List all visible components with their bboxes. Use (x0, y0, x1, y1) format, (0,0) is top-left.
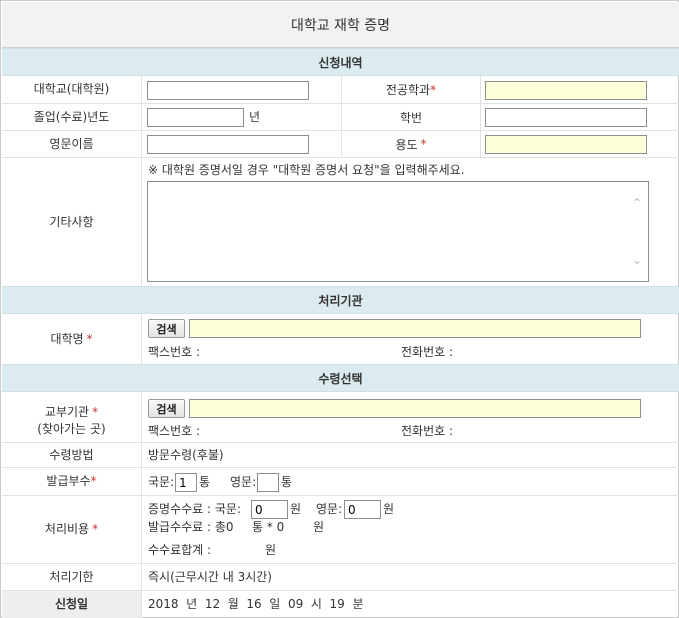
delivery-org-sub: (찾아가는 곳) (37, 422, 106, 436)
major-input[interactable] (485, 81, 647, 100)
scroll-up-icon[interactable]: ⌃ (632, 197, 642, 209)
fee-total-label: 수수료합계 : (148, 543, 212, 557)
univ-name-required-mark: * (86, 331, 93, 346)
row-english-name: 영문이름 용도 * (2, 131, 679, 158)
etc-textarea[interactable]: ⌃ ⌄ (147, 181, 649, 282)
student-id-input[interactable] (485, 108, 647, 127)
graduation-year-label: 졸업(수료)년도 (2, 104, 142, 130)
cost-label: 처리비용 (44, 522, 90, 536)
english-name-label: 영문이름 (2, 131, 142, 157)
section-process-header: 처리기관 (2, 286, 679, 314)
cost-required-mark: * (92, 522, 99, 536)
major-label-cell: 전공학과 * (341, 76, 481, 103)
row-receive-method: 수령방법 방문수령(후불) (2, 443, 679, 468)
english-copies-prefix: 영문: (230, 475, 257, 489)
delivery-fax-label: 팩스번호 : (148, 424, 201, 438)
form-frame: 대학교 재학 증명 신청내역 대학교(대학원) 전공학과 * 졸업(수료)년도 년… (0, 0, 679, 618)
cert-fee-korean-input[interactable] (251, 500, 288, 519)
univ-name-input[interactable] (189, 319, 641, 338)
purpose-required-mark: * (420, 137, 427, 151)
english-name-input[interactable] (147, 135, 309, 154)
apply-date-label: 신청일 (2, 591, 142, 618)
korean-copies-unit: 통 (199, 475, 211, 489)
purpose-label-cell: 용도 * (341, 131, 481, 157)
purpose-label: 용도 (395, 137, 418, 152)
deadline-label: 처리기한 (2, 564, 142, 590)
copies-label-cell: 발급부수 * (2, 468, 142, 495)
major-required-mark: * (430, 82, 437, 97)
cert-fee-korean-won: 원 (290, 502, 302, 516)
cert-fee-prefix: 증명수수료 : 국문: (148, 502, 241, 516)
purpose-input[interactable] (485, 135, 647, 154)
row-university: 대학교(대학원) 전공학과 * (2, 76, 679, 104)
issue-fee-text: 발급수수료 : 총0 (148, 520, 234, 534)
univ-fax-label: 팩스번호 : (148, 345, 201, 359)
apply-date-value: 2018 년 12 월 16 일 09 시 19 분 (148, 597, 364, 611)
univ-search-button[interactable]: 검색 (148, 319, 185, 338)
row-cost: 처리비용* 증명수수료 : 국문: 원 영문: 원 발급수수료 : 총0 통 *… (2, 496, 679, 564)
issue-fee-mult: 통 * 0 (252, 520, 285, 534)
univ-name-label: 대학명 (50, 331, 84, 346)
univ-phone-label: 전화번호 : (401, 345, 454, 359)
copies-required-mark: * (90, 474, 97, 488)
section-apply-header: 신청내역 (2, 48, 679, 76)
section-receive-header: 수령선택 (2, 364, 679, 392)
receive-method-value: 방문수령(후불) (148, 448, 224, 462)
major-label: 전공학과 (385, 83, 431, 97)
page-title: 대학교 재학 증명 (2, 2, 679, 48)
scroll-down-icon[interactable]: ⌄ (632, 254, 642, 266)
graduation-year-input[interactable] (147, 108, 244, 127)
cert-fee-english-won: 원 (383, 502, 395, 516)
univ-name-label-cell: 대학명 * (2, 314, 142, 364)
english-copies-unit: 통 (281, 475, 293, 489)
row-apply-date: 신청일 2018 년 12 월 16 일 09 시 19 분 (2, 591, 679, 618)
cert-fee-english-prefix: 영문: (316, 502, 343, 516)
row-univ-name: 대학명 * 검색 팩스번호 : 전화번호 : (2, 314, 679, 365)
copies-label: 발급부수 (46, 474, 91, 488)
row-deadline: 처리기한 즉시(근무시간 내 3시간) (2, 564, 679, 591)
row-copies: 발급부수* 국문: 통 영문: 통 (2, 468, 679, 496)
delivery-org-label: 교부기관 (44, 405, 90, 419)
delivery-search-button[interactable]: 검색 (148, 399, 185, 418)
delivery-org-input[interactable] (189, 399, 641, 418)
delivery-org-required-mark: * (92, 405, 99, 419)
year-unit: 년 (249, 110, 261, 124)
university-input[interactable] (147, 81, 309, 100)
delivery-phone-label: 전화번호 : (401, 424, 454, 438)
issue-fee-won: 원 (313, 520, 325, 534)
cost-label-cell: 처리비용 * (2, 496, 142, 563)
university-label: 대학교(대학원) (2, 76, 142, 103)
row-graduation: 졸업(수료)년도 년 학번 (2, 104, 679, 131)
korean-copies-input[interactable] (175, 473, 197, 492)
receive-method-label: 수령방법 (2, 443, 142, 467)
row-delivery-org: 교부기관 * (찾아가는 곳) 검색 팩스번호 : 전화번호 : (2, 392, 679, 443)
etc-label: 기타사항 (2, 158, 142, 286)
delivery-org-label-cell: 교부기관 * (찾아가는 곳) (2, 392, 142, 442)
student-id-label: 학번 (341, 104, 481, 130)
korean-copies-prefix: 국문: (148, 475, 175, 489)
graduate-notice: ※ 대학원 증명서일 경우 "대학원 증명서 요청"을 입력해주세요. (148, 163, 465, 177)
cert-fee-english-input[interactable] (344, 500, 381, 519)
fee-total-won: 원 (265, 543, 277, 557)
deadline-value: 즉시(근무시간 내 3시간) (148, 570, 272, 584)
english-copies-input[interactable] (257, 473, 279, 492)
